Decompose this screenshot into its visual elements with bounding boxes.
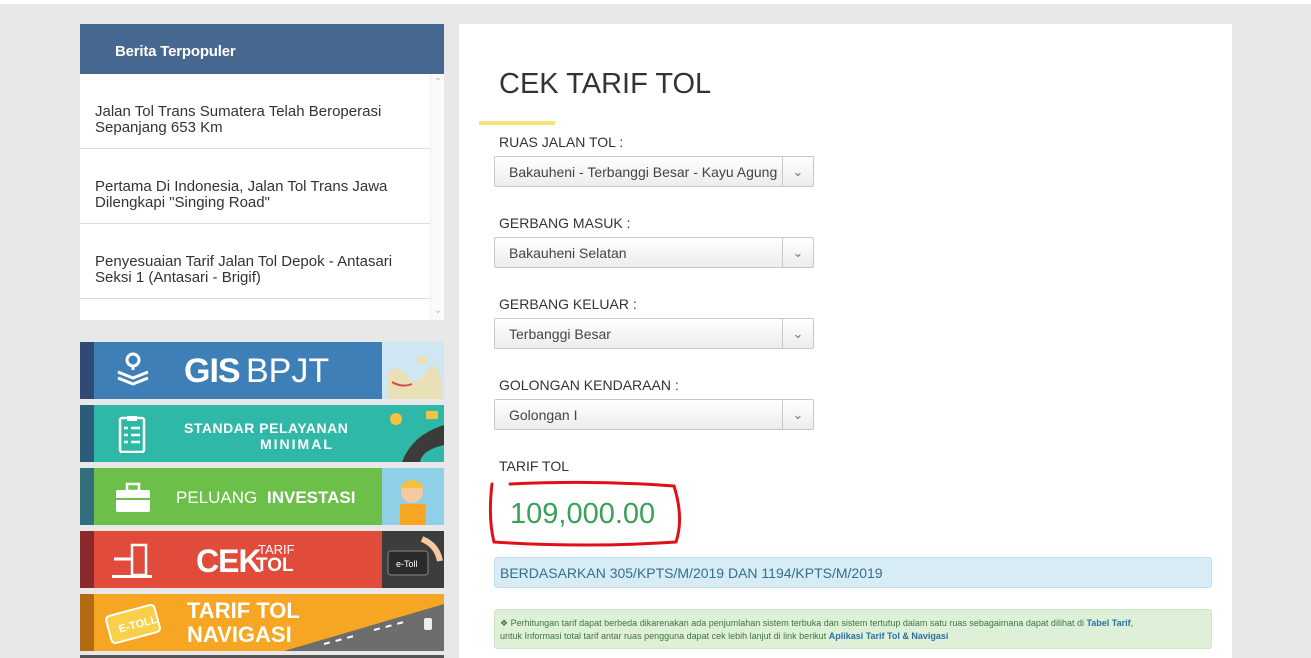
golongan-label: GOLONGAN KENDARAAN :: [499, 377, 679, 393]
spm-line1-b: PELAYANAN: [259, 420, 349, 436]
popular-news-panel: Berita Terpopuler Jalan Tol Trans Sumate…: [80, 24, 444, 320]
golongan-select[interactable]: Golongan I ⌄: [494, 399, 814, 430]
scroll-down-icon[interactable]: ⌄: [433, 306, 443, 316]
news-item[interactable]: Jalan Tol Trans Sumatera Telah Beroperas…: [80, 74, 430, 149]
banner-stripe: [80, 342, 94, 399]
chevron-down-icon: ⌄: [782, 157, 813, 186]
gerbang-keluar-select[interactable]: Terbanggi Besar ⌄: [494, 318, 814, 349]
toll-gate-icon: [112, 543, 152, 578]
gis-bpjt-banner[interactable]: GIS BPJT: [80, 342, 444, 399]
banner-stripe: [80, 594, 94, 651]
regulation-basis: BERDASARKAN 305/KPTS/M/2019 DAN 1194/KPT…: [494, 557, 1212, 588]
aplikasi-link[interactable]: Aplikasi Tarif Tol & Navigasi: [829, 631, 949, 641]
cek-label: CEK: [196, 543, 262, 579]
cek-tarif-panel: CEK TARIF TOL RUAS JALAN TOL : Bakauheni…: [459, 24, 1232, 658]
peluang-label: PELUANG: [176, 488, 258, 507]
news-item-line: Pertama Di Indonesia, Jalan Tol Trans Ja…: [95, 178, 388, 195]
tarif-tol-label: TARIF TOL: [187, 598, 300, 623]
chevron-down-icon: ⌄: [782, 238, 813, 267]
news-list: Jalan Tol Trans Sumatera Telah Beroperas…: [80, 74, 430, 320]
news-item-line: Sepanjang 653 Km: [95, 119, 223, 136]
gerbang-keluar-selected-value: Terbanggi Besar: [509, 326, 611, 342]
road-illustration: [382, 405, 444, 462]
banner-stripe: [80, 468, 94, 525]
peluang-investasi-banner[interactable]: PELUANG INVESTASI: [80, 468, 444, 525]
cek-tarif-tol-banner[interactable]: CEK TARIF TOL e-Toll: [80, 531, 444, 588]
gis-label: GIS: [184, 352, 241, 390]
gerbang-masuk-label: GERBANG MASUK :: [499, 215, 631, 231]
golongan-selected-value: Golongan I: [509, 407, 578, 423]
news-item-line: Dilengkapi "Singing Road": [95, 194, 270, 211]
note-text-b: untuk Informasi total tarif antar ruas p…: [500, 631, 829, 641]
spm-line1-a: STANDAR: [184, 420, 260, 436]
gerbang-masuk-selected-value: Bakauheni Selatan: [509, 245, 627, 261]
title-underline: [479, 121, 555, 125]
spm-line1: STANDAR PELAYANAN: [184, 420, 348, 436]
news-item-line: Penyesuaian Tarif Jalan Tol Depok - Anta…: [95, 253, 393, 270]
news-item-line: Jalan Tol Trans Sumatera Telah Beroperas…: [95, 103, 382, 120]
tarif-tol-label: TARIF TOL: [499, 458, 570, 474]
tabel-tarif-link[interactable]: Tabel Tarif: [1086, 618, 1130, 628]
note-text-a: Perhitungan tarif dapat berbeda dikarena…: [510, 618, 1087, 628]
worker-illustration: [382, 468, 444, 525]
briefcase-icon: [116, 482, 150, 512]
etoll-card-icon: E-TOLL: [105, 603, 161, 645]
ruas-label: RUAS JALAN TOL :: [499, 134, 624, 150]
ruas-select[interactable]: Bakauheni - Terbanggi Besar - Kayu Agung…: [494, 156, 814, 187]
scroll-up-icon[interactable]: ⌃: [433, 78, 443, 88]
news-item-line: Seksi 1 (Antasari - Brigif): [95, 269, 261, 286]
checklist-icon: [118, 416, 146, 453]
news-item[interactable]: Penyesuaian Tarif Jalan Tol Depok - Anta…: [80, 224, 430, 299]
chevron-down-icon: ⌄: [782, 319, 813, 348]
layers-pin-icon: [117, 352, 149, 386]
info-icon: ❖: [500, 618, 509, 628]
tarif-tol-navigasi-banner[interactable]: E-TOLL TARIF TOL NAVIGASI: [80, 594, 444, 651]
map-illustration: [382, 342, 444, 399]
news-item[interactable]: Pertama Di Indonesia, Jalan Tol Trans Ja…: [80, 149, 430, 224]
standar-pelayanan-banner[interactable]: STANDAR PELAYANAN MINIMAL: [80, 405, 444, 462]
tariff-note: ❖ Perhitungan tarif dapat berbeda dikare…: [494, 609, 1212, 649]
highway-illustration: [284, 604, 444, 651]
investasi-label: INVESTASI: [267, 488, 356, 507]
svg-text:e-Toll: e-Toll: [396, 559, 418, 569]
ruas-selected-value: Bakauheni - Terbanggi Besar - Kayu Agung: [509, 164, 778, 180]
navigasi-label: NAVIGASI: [187, 622, 292, 647]
spm-line2: MINIMAL: [260, 436, 334, 452]
popular-news-header: Berita Terpopuler: [80, 24, 444, 74]
bpjt-label: BPJT: [246, 352, 330, 390]
banner-stripe: [80, 405, 94, 462]
gerbang-masuk-select[interactable]: Bakauheni Selatan ⌄: [494, 237, 814, 268]
etoll-card-illustration: e-Toll: [382, 531, 444, 588]
tol-small-label: TOL: [256, 555, 294, 576]
annotation-circle: [488, 480, 681, 547]
news-scrollbar[interactable]: ⌃ ⌄: [430, 74, 444, 320]
top-strip: [0, 0, 1311, 4]
gerbang-keluar-label: GERBANG KELUAR :: [499, 296, 637, 312]
page-title: CEK TARIF TOL: [499, 68, 712, 100]
banner-stripe: [80, 531, 94, 588]
chevron-down-icon: ⌄: [782, 400, 813, 429]
